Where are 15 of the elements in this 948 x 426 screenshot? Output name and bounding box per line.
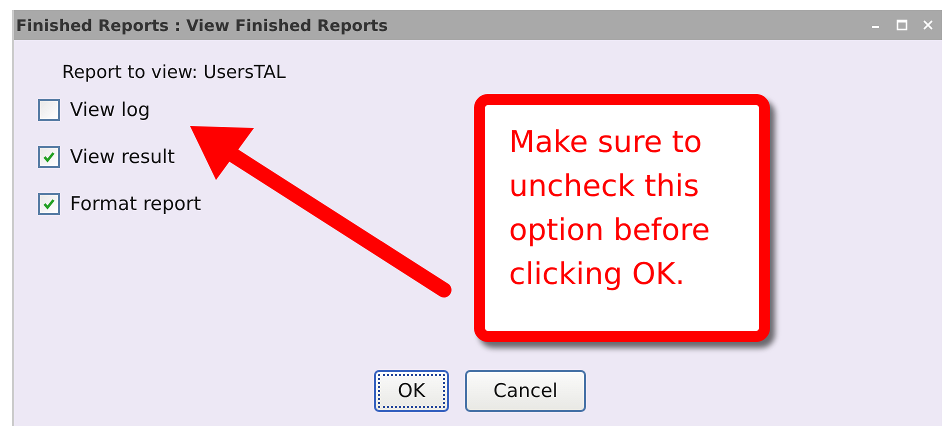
callout-text: Make sure to uncheck this option before clicking OK. <box>509 124 711 294</box>
cancel-button[interactable]: Cancel <box>465 370 586 412</box>
maximize-icon[interactable] <box>896 19 908 31</box>
check-icon <box>42 150 56 164</box>
checkbox[interactable] <box>38 193 60 215</box>
checkbox-label: Format report <box>70 193 202 215</box>
checkbox-label: View result <box>70 146 175 168</box>
ok-button[interactable]: OK <box>374 370 449 412</box>
check-icon <box>42 197 56 211</box>
checkbox[interactable] <box>38 146 60 168</box>
checkbox[interactable] <box>38 99 60 121</box>
window-title: Finished Reports : View Finished Reports <box>16 16 388 34</box>
checkbox-label: View log <box>70 99 150 121</box>
close-icon[interactable] <box>922 19 934 31</box>
report-label: Report to view: UsersTAL <box>62 62 287 83</box>
